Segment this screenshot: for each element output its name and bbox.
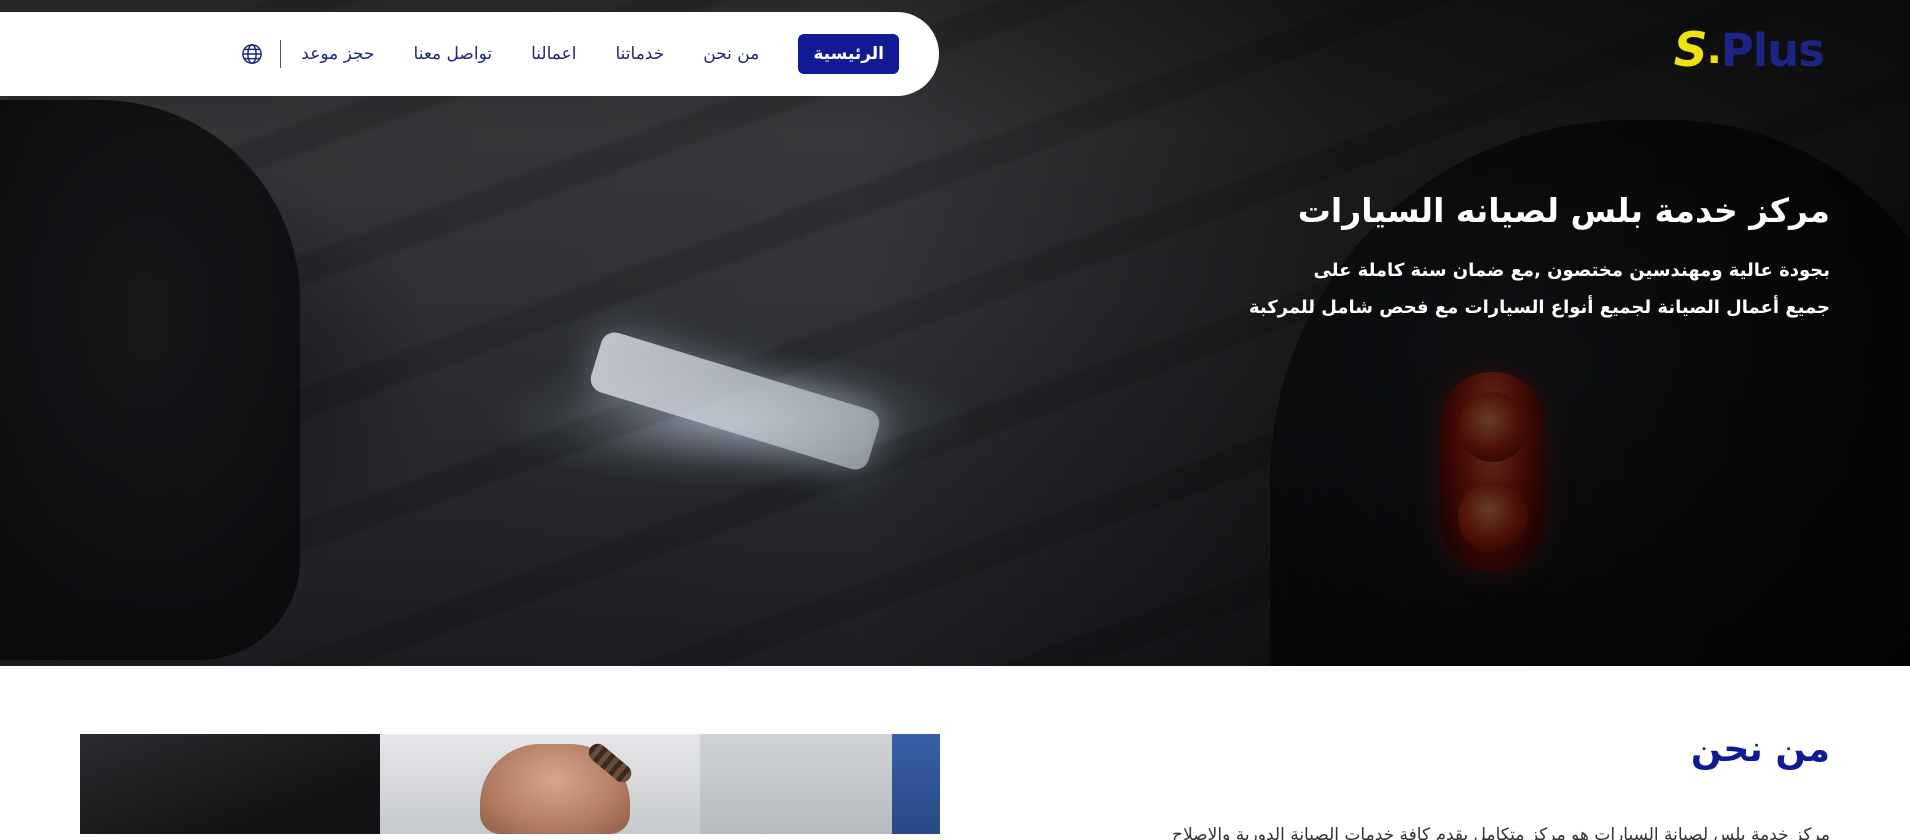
hero-description-line-1: بجودة عالية ومهندسين مختصون ,مع ضمان سنة… [1313,260,1830,281]
hero-text-block: مركز خدمة بلس لصيانه السيارات بجودة عالي… [1210,188,1830,326]
logo-separator: . [1706,27,1722,73]
nav-item-works[interactable]: اعمالنا [531,44,576,64]
nav-item-about[interactable]: من نحن [703,44,759,64]
about-text-block: من نحن مركز خدمة بلس لصيانة السيارات هو … [990,726,1830,840]
about-image-sleeve [892,734,940,834]
about-body: مركز خدمة بلس لصيانة السيارات هو مركز مت… [1172,825,1830,840]
hero-description: بجودة عالية ومهندسين مختصون ,مع ضمان سنة… [1210,252,1830,326]
nav-item-home[interactable]: الرئيسية [798,34,899,74]
logo-mark: S [1673,22,1708,78]
nav-item-services[interactable]: خدماتنا [615,44,664,64]
hero-description-line-2: جميع أعمال الصيانة لجميع أنواع السيارات … [1248,297,1830,318]
about-image [80,734,940,834]
about-title: من نحن [1690,729,1830,770]
hero-dark-overlay [0,0,1910,666]
globe-icon[interactable] [241,43,263,65]
nav-divider [280,40,282,68]
nav-item-booking[interactable]: حجز موعد [301,44,374,64]
nav-item-contact[interactable]: تواصل معنا [414,44,493,64]
about-image-engine [80,734,410,834]
hero-section: مركز خدمة بلس لصيانه السيارات بجودة عالي… [0,0,1910,666]
main-navbar: الرئيسية من نحن خدماتنا اعمالنا تواصل مع… [0,12,939,96]
logo-word: Plus [1720,23,1825,77]
hero-title: مركز خدمة بلس لصيانه السيارات [1297,191,1830,230]
brand-logo[interactable]: S . Plus [1673,22,1825,78]
